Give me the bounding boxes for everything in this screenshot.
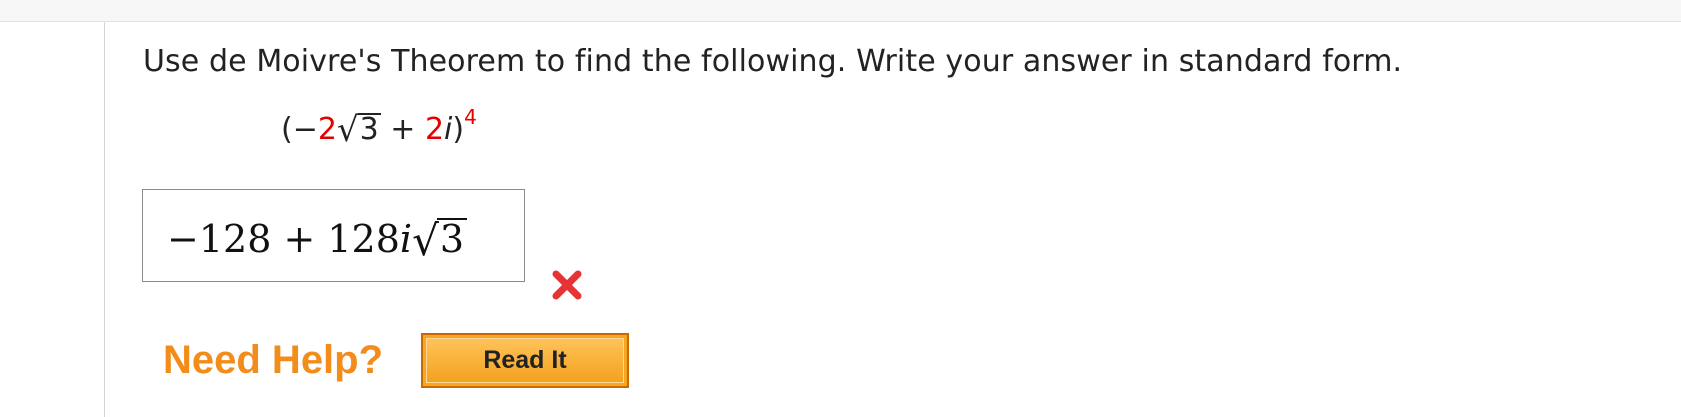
plus-sign: +	[380, 112, 425, 147]
negative-sign: −	[292, 112, 318, 147]
answer-imaginary-unit: i	[399, 217, 413, 261]
question-expression: (−2√3 + 2i)4	[281, 105, 477, 150]
imaginary-coefficient: 2	[424, 112, 445, 147]
answer-sqrt-icon: √	[412, 216, 439, 265]
incorrect-x-icon	[552, 270, 582, 300]
open-paren: (	[281, 112, 293, 147]
close-paren: )	[452, 112, 465, 147]
left-divider	[104, 22, 105, 417]
exponent: 4	[464, 105, 477, 129]
real-coefficient: 2	[317, 112, 337, 147]
answer-value: −128 + 128i√3	[167, 213, 468, 265]
read-it-label: Read It	[426, 338, 624, 383]
answer-input[interactable]: −128 + 128i√3	[142, 189, 525, 282]
radicand: 3	[357, 112, 381, 147]
sqrt-icon: √	[336, 110, 359, 150]
question-prompt: Use de Moivre's Theorem to find the foll…	[143, 44, 1403, 79]
answer-radicand: 3	[436, 218, 468, 258]
top-band	[0, 0, 1681, 22]
need-help-label: Need Help?	[163, 338, 384, 382]
read-it-button[interactable]: Read It	[421, 333, 629, 388]
answer-prefix: −128 + 128	[167, 217, 400, 261]
